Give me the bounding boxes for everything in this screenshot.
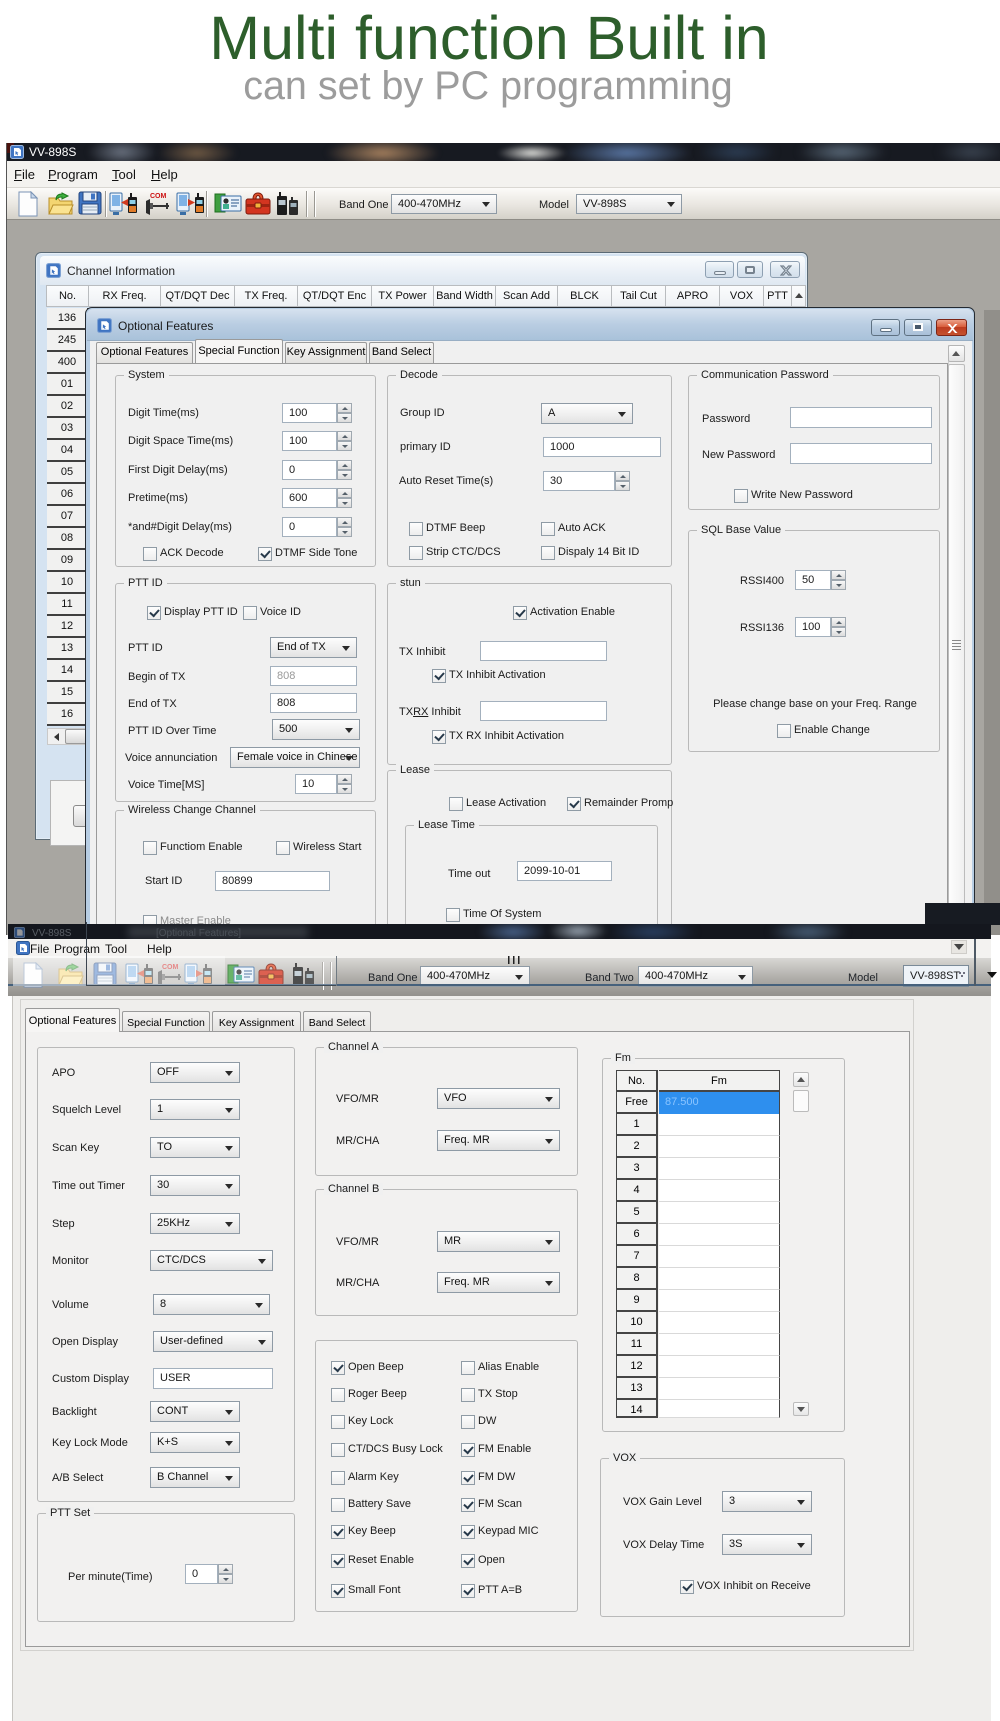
svg-text:COM: COM [150,193,167,200]
